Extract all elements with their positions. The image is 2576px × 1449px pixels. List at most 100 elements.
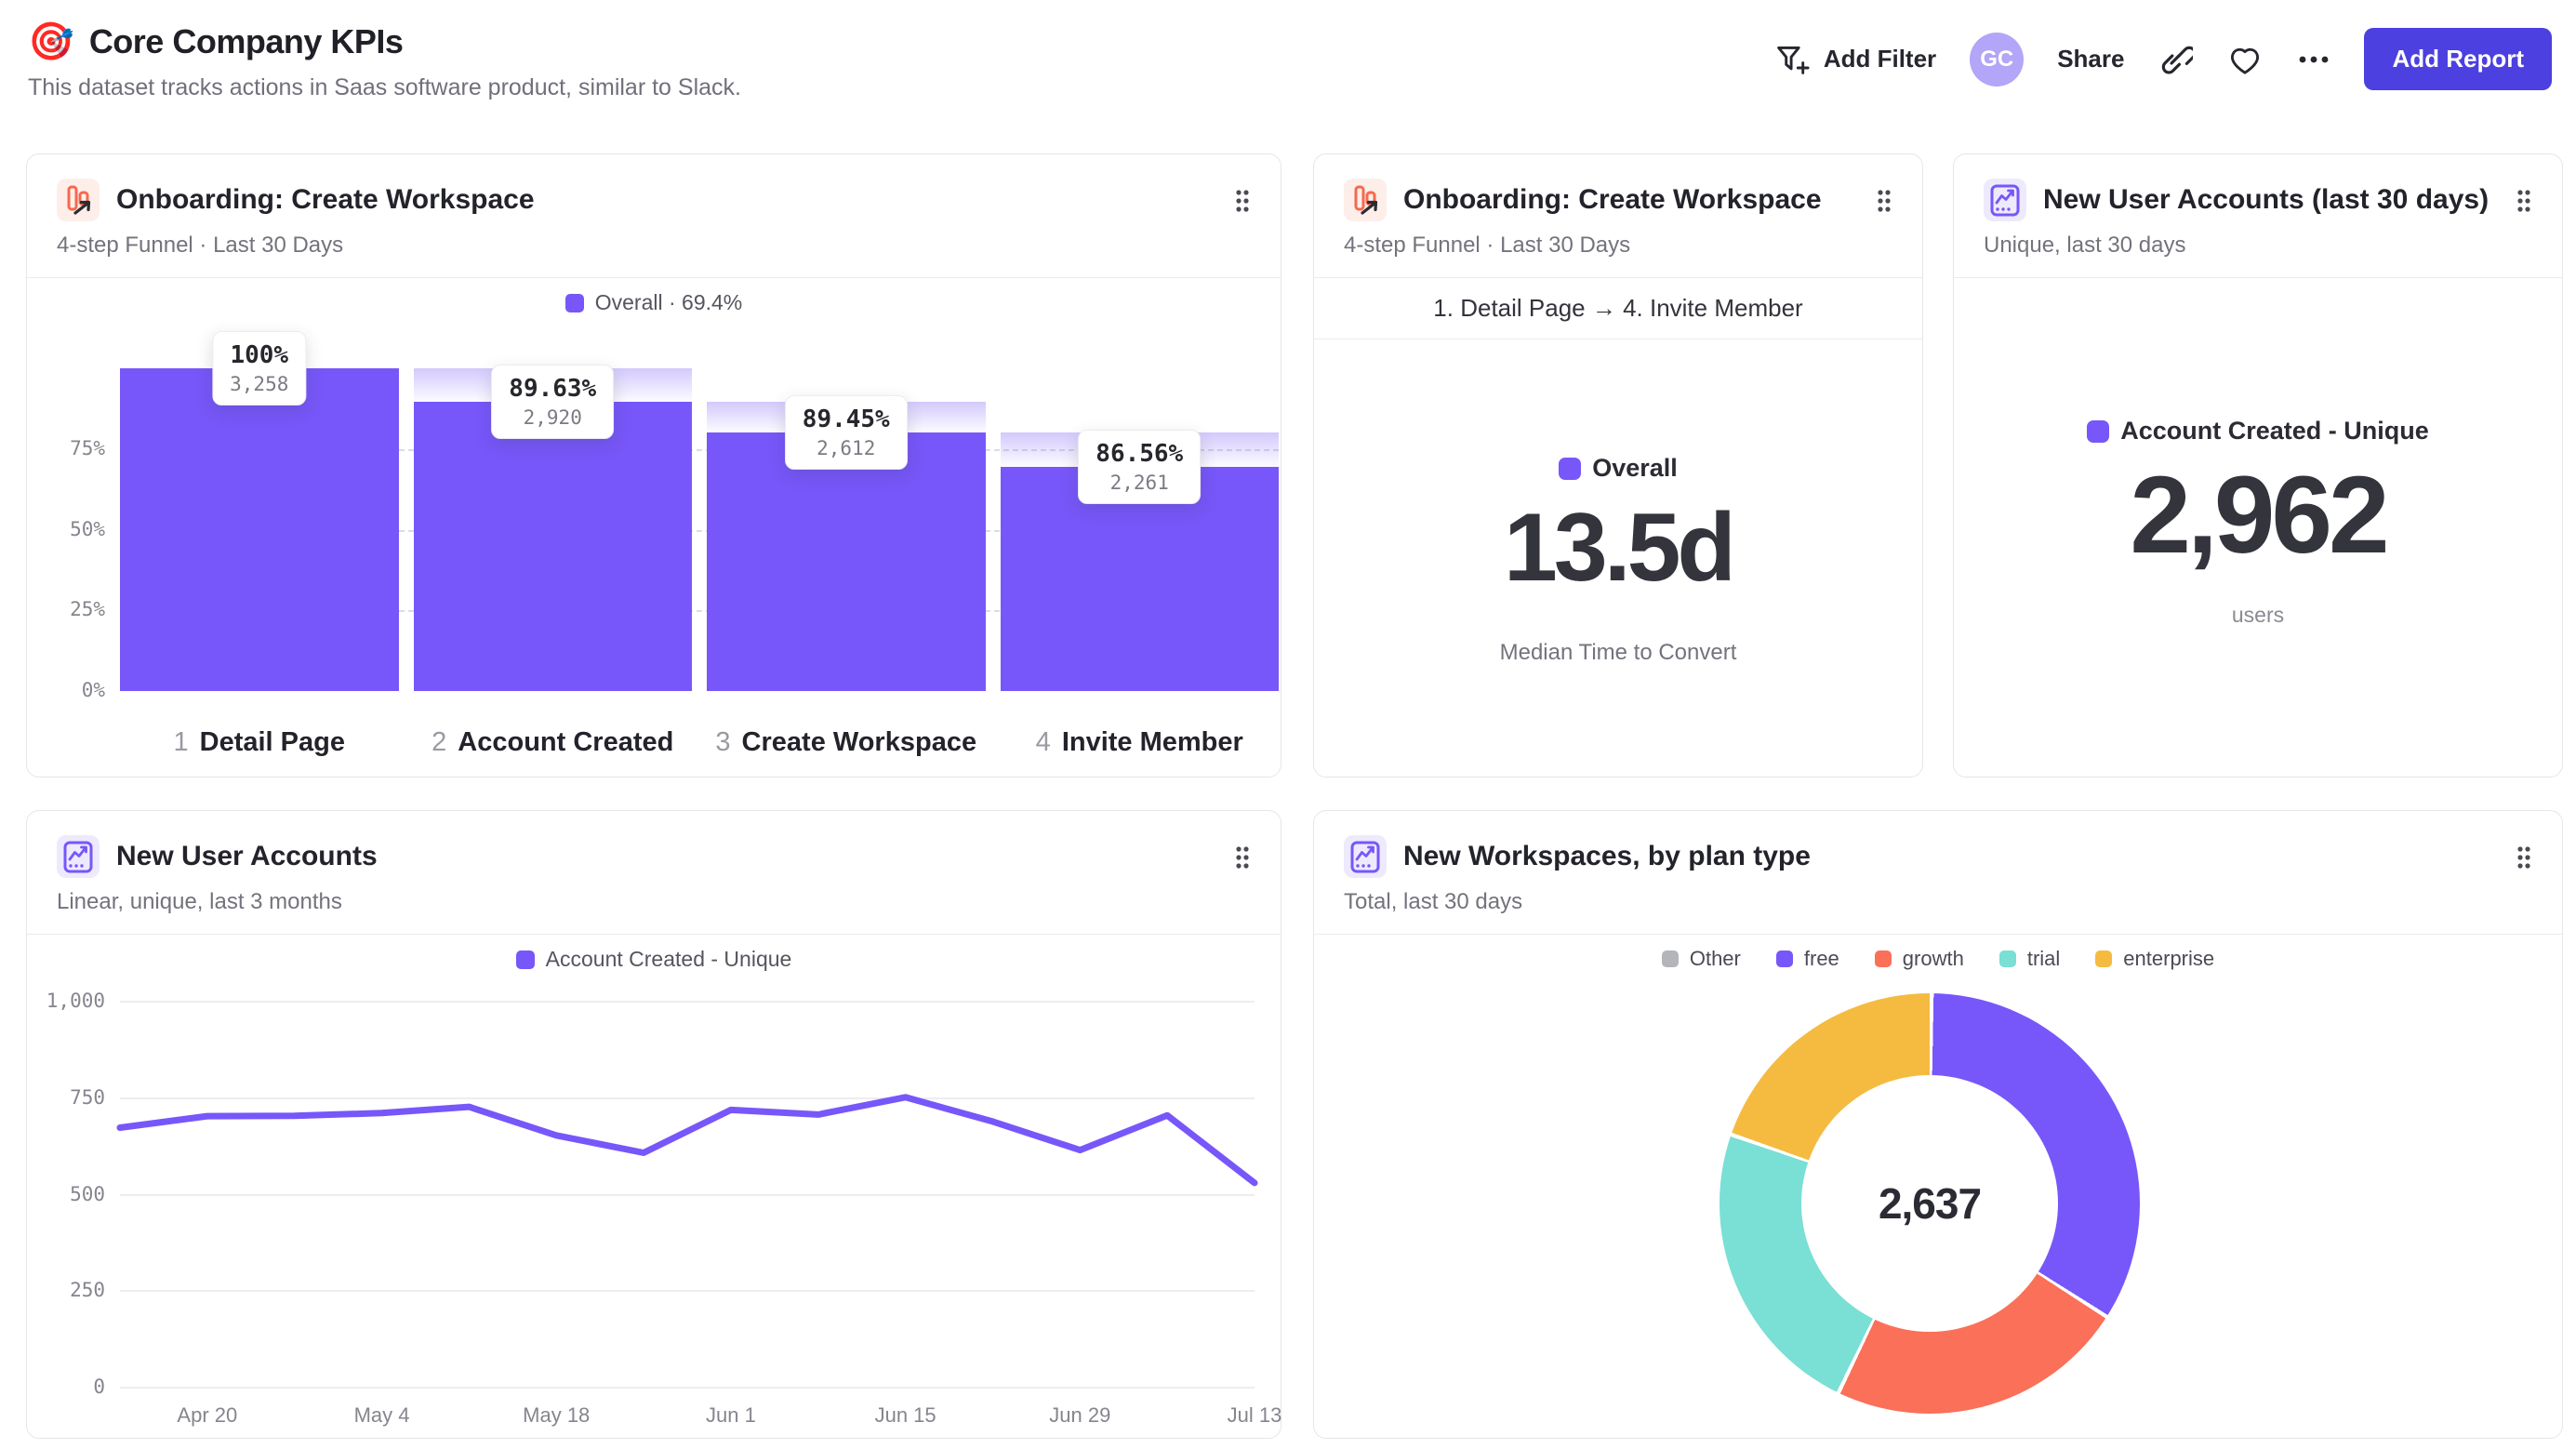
funnel-bars: 100% 3,258 89.63% 2,920 89.45% 2,612 86.56% 2,2… (120, 331, 1279, 691)
metric-caption: Median Time to Convert (1499, 640, 1737, 665)
donut-hole: 2,637 (1801, 1075, 2058, 1332)
drag-handle-icon[interactable] (2516, 188, 2532, 214)
legend-label: free (1803, 947, 1839, 970)
legend-label: Account Created - Unique (2120, 417, 2429, 445)
donut-legend: Other free growth trial enterprise (1314, 947, 2562, 971)
legend-label: Overall · 69.4% (594, 290, 743, 314)
metric-legend[interactable]: Account Created - Unique (1954, 417, 2562, 445)
conversion-count: 2,612 (817, 436, 876, 459)
metric-caption: users (2231, 603, 2285, 627)
dashboard-emoji-icon: 🎯 (28, 21, 74, 62)
drag-handle-icon[interactable] (1876, 188, 1892, 214)
divider (27, 934, 1281, 935)
card-title: Onboarding: Create Workspace (116, 184, 535, 215)
step-number: 2 (432, 727, 447, 757)
drag-handle-icon[interactable] (1234, 188, 1251, 214)
drag-handle-icon[interactable] (2516, 844, 2532, 871)
card-subtitle: 4-step Funnel · Last 30 Days (1344, 233, 1631, 258)
funnel-value-tooltip: 89.63% 2,920 (491, 364, 615, 439)
card-title: Onboarding: Create Workspace (1403, 184, 1822, 215)
legend-item-trial[interactable]: trial (1998, 947, 2061, 971)
x-axis-tick-label: Jun 1 (706, 1403, 756, 1427)
card-subtitle: Unique, last 30 days (1984, 233, 2186, 258)
line-chart-svg (116, 1094, 1258, 1187)
funnel-bar-step-3[interactable]: 89.45% 2,612 (707, 368, 986, 691)
funnel-bar-step-4[interactable]: 86.56% 2,261 (1000, 368, 1279, 691)
legend-swatch (1661, 950, 1679, 967)
line-chart-plot: 1,000 750 500 250 0 Apr 20 May 4 May 18 Jun 1 Jun… (46, 990, 1282, 1427)
legend-label: Account Created - Unique (545, 947, 792, 971)
funnel-step-label: 1 Detail Page (120, 727, 399, 758)
legend-swatch (2095, 950, 2113, 967)
funnel-report-icon (57, 179, 100, 221)
legend-swatch (1874, 950, 1892, 967)
y-axis-tick-label: 500 (70, 1182, 105, 1205)
conversion-percent: 89.63% (509, 374, 597, 403)
y-axis-tick-label: 50% (70, 517, 105, 540)
funnel-bar-step-1[interactable]: 100% 3,258 (120, 331, 399, 691)
conversion-count: 2,261 (1109, 472, 1169, 495)
donut-center-total: 2,637 (1878, 1179, 1982, 1228)
y-axis-tick-label: 250 (70, 1279, 105, 1302)
funnel-value-tooltip: 86.56% 2,261 (1078, 430, 1202, 505)
step-number: 3 (715, 727, 731, 757)
step-name: Create Workspace (741, 727, 977, 757)
legend-item-enterprise[interactable]: enterprise (2095, 947, 2214, 971)
card-subtitle: Total, last 30 days (1344, 889, 1523, 914)
share-button[interactable]: Share (2057, 45, 2124, 73)
line-chart-legend[interactable]: Account Created - Unique (27, 947, 1281, 972)
card-title: New Workspaces, by plan type (1403, 841, 1811, 871)
line-chart-report-icon (57, 835, 100, 878)
drag-handle-icon[interactable] (1234, 844, 1251, 871)
favorite-heart-icon[interactable] (2226, 42, 2264, 77)
card-subtitle: 4-step Funnel · Last 30 Days (57, 233, 344, 258)
divider (1954, 277, 2562, 278)
y-axis-tick-label: 0 (93, 1376, 105, 1398)
card-title: New User Accounts (116, 841, 378, 871)
funnel-value-tooltip: 89.45% 2,612 (784, 394, 908, 470)
divider (1314, 934, 2562, 935)
funnel-chart-legend[interactable]: Overall · 69.4% (27, 290, 1281, 315)
more-options-icon[interactable] (2297, 54, 2330, 65)
legend-label: growth (1902, 947, 1964, 970)
gridline (120, 1387, 1255, 1389)
y-axis-tick-label: 25% (70, 598, 105, 621)
card-title: New User Accounts (last 30 days) (2043, 184, 2490, 215)
legend-item-Other[interactable]: Other (1661, 947, 1741, 971)
line-series[interactable] (116, 1094, 1258, 1187)
x-axis-tick-label: Jul 13 (1227, 1403, 1282, 1427)
line-chart-report-icon (1344, 835, 1387, 878)
legend-swatch (1559, 457, 1582, 480)
conversion-percent: 89.45% (802, 405, 890, 433)
funnel-plot: 75% 50% 25% 0% 100% 3,258 89.63% 2,920 89.45% 2,6… (70, 331, 1279, 701)
donut-chart[interactable]: 2,637 (1720, 993, 2140, 1414)
divider (27, 277, 1281, 278)
page-title: Core Company KPIs (88, 22, 404, 60)
step-number: 1 (173, 727, 189, 757)
funnel-bar (120, 368, 399, 691)
x-axis-tick-label: Jun 29 (1049, 1403, 1111, 1427)
legend-swatch (1775, 950, 1793, 967)
copy-link-icon[interactable] (2158, 42, 2194, 77)
card-subtitle: Linear, unique, last 3 months (57, 889, 342, 914)
legend-item-free[interactable]: free (1775, 947, 1839, 971)
y-axis-tick-label: 750 (70, 1085, 105, 1109)
avatar[interactable]: GC (1970, 32, 2025, 86)
y-axis-tick-label: 0% (81, 679, 105, 701)
metric-legend[interactable]: Overall (1314, 454, 1922, 483)
add-filter-button[interactable]: Add Filter (1773, 43, 1936, 76)
funnel-report-icon (1344, 179, 1387, 221)
card-new-users-trend: New User Accounts Linear, unique, last 3… (26, 810, 1281, 1439)
funnel-step-label: 4 Invite Member (1001, 727, 1280, 758)
add-report-button[interactable]: Add Report (2364, 28, 2552, 90)
x-axis-tick-label: Apr 20 (177, 1403, 238, 1427)
step-name: Detail Page (199, 727, 345, 757)
funnel-bar-step-2[interactable]: 89.63% 2,920 (413, 364, 692, 691)
y-axis-tick-label: 75% (70, 436, 105, 459)
legend-label: trial (2026, 947, 2061, 970)
legend-item-growth[interactable]: growth (1874, 947, 1964, 971)
funnel-bar (707, 432, 986, 691)
step-name: Account Created (458, 727, 674, 757)
x-axis-tick-label: May 4 (353, 1403, 410, 1427)
filter-plus-icon (1777, 46, 1810, 74)
